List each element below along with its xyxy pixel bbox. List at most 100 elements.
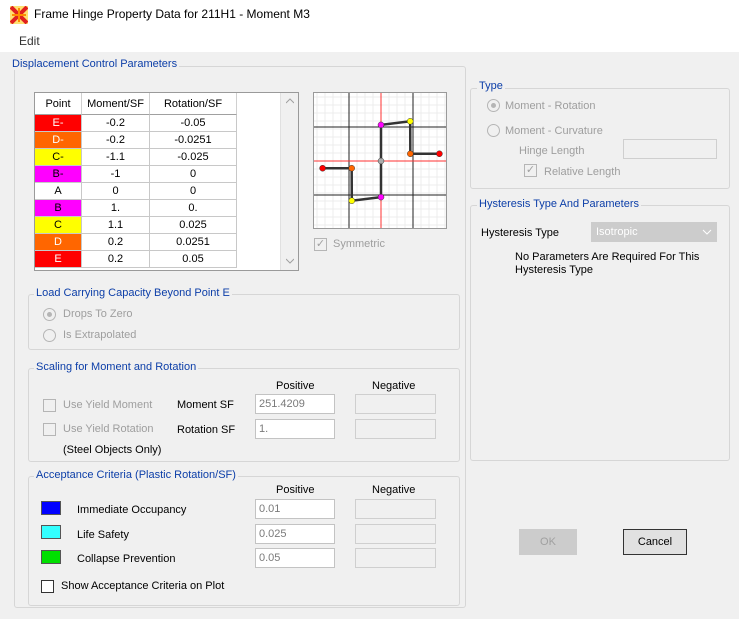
rotation-cell[interactable]: 0.0251	[150, 234, 237, 251]
point-cell[interactable]: C-	[35, 149, 82, 166]
moment-sf-positive-input[interactable]: 251.4209	[255, 394, 335, 414]
life-safety-positive-input[interactable]: 0.025	[255, 524, 335, 544]
rotation-cell[interactable]: 0.025	[150, 217, 237, 234]
life-safety-label: Life Safety	[77, 529, 129, 541]
moment-sf-label: Moment SF	[177, 399, 234, 411]
symmetric-checkbox[interactable]: ✓	[314, 238, 327, 251]
table-row[interactable]: D- -0.2 -0.0251	[35, 132, 237, 149]
show-acceptance-checkbox[interactable]	[41, 580, 54, 593]
point-cell[interactable]: E	[35, 251, 82, 268]
moment-cell[interactable]: -1.1	[82, 149, 150, 166]
ok-button[interactable]: OK	[519, 529, 577, 555]
moment-cell[interactable]: -0.2	[82, 115, 150, 132]
table-row[interactable]: E- -0.2 -0.05	[35, 115, 237, 132]
point-cell[interactable]: B-	[35, 166, 82, 183]
hysteresis-type-label: Hysteresis Type	[481, 227, 560, 239]
scroll-down-icon	[286, 258, 294, 264]
rotation-cell[interactable]: 0.	[150, 200, 237, 217]
curve-point-B	[377, 121, 385, 129]
immediate-occupancy-positive-input[interactable]: 0.01	[255, 499, 335, 519]
moment-cell[interactable]: 1.	[82, 200, 150, 217]
immediate-occupancy-color-swatch[interactable]	[41, 501, 61, 515]
is-extrapolated-radio[interactable]	[43, 329, 56, 342]
moment-cell[interactable]: 0.2	[82, 234, 150, 251]
point-cell[interactable]: D-	[35, 132, 82, 149]
rotation-cell[interactable]: 0	[150, 166, 237, 183]
point-cell[interactable]: E-	[35, 115, 82, 132]
curve-point-E-	[319, 164, 326, 172]
scaling-positive-header: Positive	[276, 380, 315, 392]
moment-cell[interactable]: -1	[82, 166, 150, 183]
rotation-sf-negative-input[interactable]	[355, 419, 436, 439]
curve-point-C-	[348, 197, 356, 204]
moment-cell[interactable]: -0.2	[82, 132, 150, 149]
immediate-occupancy-negative-input[interactable]	[355, 499, 436, 519]
relative-length-label: Relative Length	[544, 166, 621, 178]
table-header: Point Moment/SF Rotation/SF	[35, 93, 237, 115]
rotation-cell[interactable]: -0.0251	[150, 132, 237, 149]
use-yield-rotation-label: Use Yield Rotation	[63, 423, 154, 435]
rotation-cell[interactable]: -0.025	[150, 149, 237, 166]
hysteresis-type-dropdown[interactable]: Isotropic	[591, 222, 717, 242]
rotation-sf-positive-input[interactable]: 1.	[255, 419, 335, 439]
curve-point-A	[377, 157, 385, 165]
hinge-points-table[interactable]: Point Moment/SF Rotation/SF E- -0.2 -0.05 D…	[34, 92, 299, 271]
point-cell[interactable]: D	[35, 234, 82, 251]
moment-rotation-radio[interactable]	[487, 99, 500, 112]
table-row[interactable]: D 0.2 0.0251	[35, 234, 237, 251]
use-yield-rotation-checkbox[interactable]	[43, 423, 56, 436]
collapse-prevention-label: Collapse Prevention	[77, 553, 176, 565]
column-header-point: Point	[35, 93, 82, 115]
type-section-label: Type	[477, 80, 505, 92]
moment-curvature-radio[interactable]	[487, 124, 500, 137]
hysteresis-type-value: Isotropic	[596, 226, 638, 238]
curve-point-E	[436, 150, 443, 158]
checkmark-icon: ✓	[525, 164, 536, 176]
table-row[interactable]: C 1.1 0.025	[35, 217, 237, 234]
rotation-cell[interactable]: -0.05	[150, 115, 237, 132]
hysteresis-note: No Parameters Are Required For This Hyst…	[515, 251, 700, 276]
use-yield-moment-checkbox[interactable]	[43, 399, 56, 412]
menu-edit[interactable]: Edit	[19, 34, 40, 48]
point-cell[interactable]: A	[35, 183, 82, 200]
table-row[interactable]: B- -1 0	[35, 166, 237, 183]
checkmark-icon: ✓	[315, 238, 326, 250]
hysteresis-group	[470, 205, 730, 461]
symmetric-label: Symmetric	[333, 238, 385, 250]
relative-length-checkbox[interactable]: ✓	[524, 164, 537, 177]
acceptance-section-label: Acceptance Criteria (Plastic Rotation/SF…	[34, 469, 238, 481]
collapse-prevention-positive-input[interactable]: 0.05	[255, 548, 335, 568]
moment-cell[interactable]: 1.1	[82, 217, 150, 234]
drops-to-zero-radio[interactable]	[43, 308, 56, 321]
curve-point-C	[406, 118, 414, 125]
collapse-prevention-negative-input[interactable]	[355, 548, 436, 568]
rotation-cell[interactable]: 0.05	[150, 251, 237, 268]
curve-point-B-	[377, 193, 385, 201]
life-safety-color-swatch[interactable]	[41, 525, 61, 539]
rotation-cell[interactable]: 0	[150, 183, 237, 200]
displacement-section-label: Displacement Control Parameters	[10, 58, 180, 70]
table-scrollbar[interactable]	[280, 93, 298, 270]
hinge-length-input[interactable]	[623, 139, 717, 159]
rotation-sf-label: Rotation SF	[177, 424, 236, 436]
window-title: Frame Hinge Property Data for 211H1 - Mo…	[34, 7, 310, 21]
cancel-button[interactable]: Cancel	[623, 529, 687, 555]
collapse-prevention-color-swatch[interactable]	[41, 550, 61, 564]
show-acceptance-label: Show Acceptance Criteria on Plot	[61, 580, 225, 592]
acceptance-negative-header: Negative	[372, 484, 416, 496]
drops-to-zero-label: Drops To Zero	[63, 308, 133, 320]
table-row[interactable]: B 1. 0.	[35, 200, 237, 217]
life-safety-negative-input[interactable]	[355, 524, 436, 544]
point-cell[interactable]: B	[35, 200, 82, 217]
table-row[interactable]: C- -1.1 -0.025	[35, 149, 237, 166]
scaling-negative-header: Negative	[372, 380, 416, 392]
column-header-rotation: Rotation/SF	[150, 93, 237, 115]
moment-cell[interactable]: 0	[82, 183, 150, 200]
table-row[interactable]: E 0.2 0.05	[35, 251, 237, 268]
menu-bar	[0, 31, 739, 51]
moment-cell[interactable]: 0.2	[82, 251, 150, 268]
moment-sf-negative-input[interactable]	[355, 394, 436, 414]
point-cell[interactable]: C	[35, 217, 82, 234]
load-capacity-section-label: Load Carrying Capacity Beyond Point E	[34, 287, 232, 299]
table-row[interactable]: A00	[35, 183, 237, 200]
